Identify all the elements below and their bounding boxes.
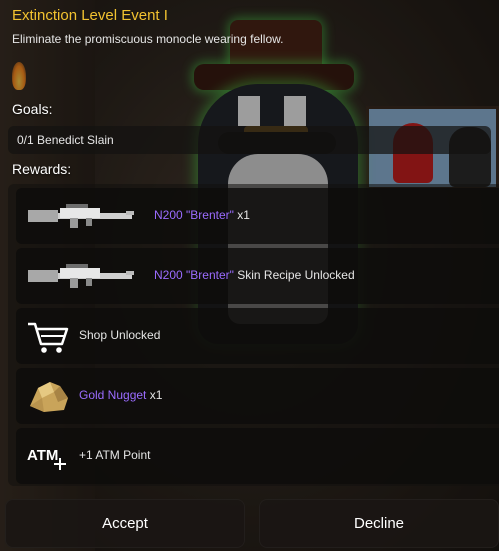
quest-title: Extinction Level Event I	[12, 7, 168, 24]
decline-button[interactable]: Decline	[259, 499, 499, 548]
reward-item-name: N200 "Brenter"	[154, 268, 234, 282]
rewards-list[interactable]: N200 "Brenter" x1 N200 "Brenter" Skin Re…	[8, 184, 499, 486]
accept-button[interactable]: Accept	[5, 499, 245, 548]
reward-item[interactable]: Gold Nugget x1	[16, 368, 499, 424]
atm-plus-icon: ATM	[27, 447, 66, 470]
reward-label: Shop Unlocked	[79, 328, 160, 342]
goal-text: 0/1 Benedict Slain	[17, 133, 114, 147]
rewards-heading: Rewards:	[12, 161, 72, 177]
reward-suffix: +1 ATM Point	[79, 448, 151, 462]
quest-dialog: Extinction Level Event I Eliminate the p…	[0, 0, 499, 551]
rifle-icon	[28, 264, 134, 288]
gold-nugget-icon	[30, 382, 68, 412]
goals-heading: Goals:	[12, 101, 53, 117]
reward-item[interactable]: N200 "Brenter" x1	[16, 188, 499, 244]
reward-label: N200 "Brenter" Skin Recipe Unlocked	[154, 268, 355, 282]
reward-suffix: x1	[146, 388, 163, 402]
reward-suffix: x1	[233, 208, 250, 222]
reward-label: +1 ATM Point	[79, 448, 150, 462]
reward-item-name: Gold Nugget	[79, 388, 147, 402]
reward-item[interactable]: Shop Unlocked	[16, 308, 499, 364]
reward-item[interactable]: ATM +1 ATM Point	[16, 428, 499, 484]
reward-item-name: N200 "Brenter"	[154, 208, 234, 222]
reward-label: Gold Nugget x1	[79, 388, 162, 402]
quest-description: Eliminate the promiscuous monocle wearin…	[12, 32, 284, 46]
atm-icon-text: ATM	[27, 447, 58, 464]
goal-row: 0/1 Benedict Slain	[8, 126, 491, 154]
reward-suffix: Skin Recipe Unlocked	[233, 268, 355, 282]
reward-label: N200 "Brenter" x1	[154, 208, 250, 222]
reward-suffix: Shop Unlocked	[79, 328, 161, 342]
shopping-cart-icon	[28, 322, 69, 353]
rifle-icon	[28, 204, 134, 228]
reward-item[interactable]: N200 "Brenter" Skin Recipe Unlocked	[16, 248, 499, 304]
